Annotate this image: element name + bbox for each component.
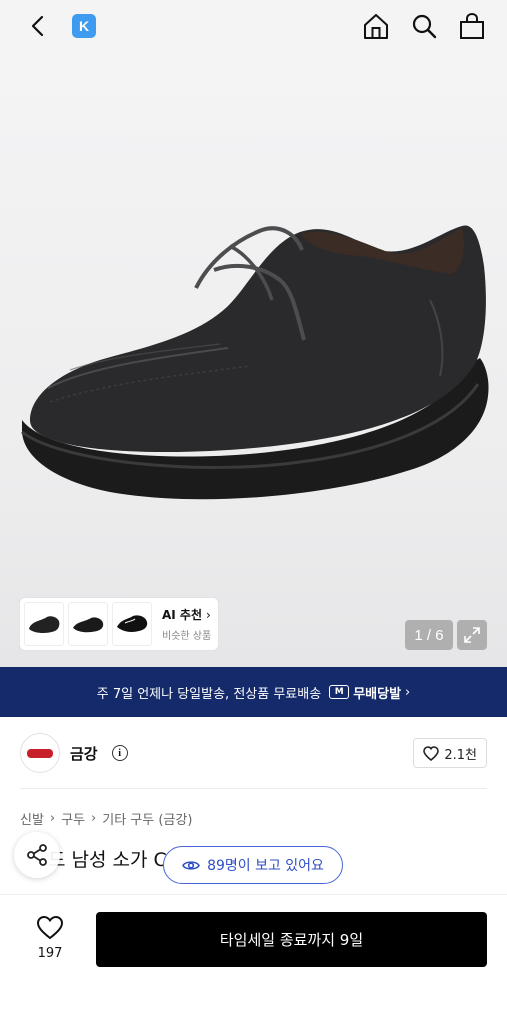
brand-like-button[interactable]: 2.1천: [413, 738, 487, 768]
home-icon[interactable]: [361, 11, 391, 41]
chevron-right-icon: ›: [405, 684, 411, 700]
heart-icon: [36, 915, 64, 940]
badge-label: 무배당발: [353, 686, 402, 702]
heart-icon: [423, 745, 440, 761]
top-navigation-bar: K: [0, 0, 507, 52]
back-chevron-left-icon[interactable]: [22, 11, 52, 41]
image-counter: 1 / 6: [405, 620, 453, 650]
viewers-text: 89명이 보고 있어요: [207, 858, 324, 874]
brand-row: 금강 i 2.1천: [20, 732, 487, 774]
brand-name[interactable]: 금강: [70, 743, 98, 764]
breadcrumb: 신발 › 구두 › 기타 구두 (금강): [20, 809, 192, 828]
wishlist-button[interactable]: 197: [24, 915, 76, 961]
recommendation-thumbnail[interactable]: [24, 602, 64, 646]
chevron-right-icon: ›: [91, 811, 97, 826]
breadcrumb-item[interactable]: 기타 구두 (금강): [102, 809, 192, 828]
shopping-bag-icon[interactable]: [457, 11, 487, 41]
top-bar-right: [361, 11, 487, 41]
ai-recommendation-text: AI 추천 › 비슷한 상품: [162, 606, 212, 643]
share-icon: [27, 844, 47, 866]
bottom-action-bar: 197 타임세일 종료까지 9일: [0, 894, 507, 1024]
banner-text: 주 7일 언제나 당일발송, 전상품 무료배송: [96, 686, 322, 702]
breadcrumb-item[interactable]: 신발: [20, 809, 44, 828]
recommendation-thumbnail[interactable]: [68, 602, 108, 646]
chevron-right-icon: ›: [49, 811, 56, 826]
brand-info[interactable]: 금강 i: [20, 733, 128, 773]
product-image-gallery[interactable]: K AI 추천 › 비슷한 상품 1 / 6: [0, 0, 507, 667]
breadcrumb-item[interactable]: 구두: [61, 809, 85, 828]
top-bar-left: K: [22, 11, 96, 41]
eye-icon: [182, 860, 200, 870]
free-delivery-badge: M 무배당발 ›: [329, 683, 410, 702]
wishlist-count: 197: [37, 946, 63, 961]
ai-recommendation-subtitle: 비슷한 상품: [162, 631, 212, 642]
share-button[interactable]: [14, 832, 60, 878]
delivery-truck-icon: M: [329, 685, 350, 699]
viewers-count-pill: 89명이 보고 있어요: [163, 846, 343, 884]
search-icon[interactable]: [409, 11, 439, 41]
divider: [20, 788, 487, 789]
brand-like-count: 2.1천: [444, 747, 477, 763]
chevron-right-icon: ›: [206, 607, 211, 622]
ai-recommendation-card[interactable]: AI 추천 › 비슷한 상품: [20, 598, 218, 650]
product-shoe-image: [21, 225, 489, 500]
brand-logo[interactable]: [20, 733, 60, 773]
app-logo[interactable]: K: [72, 14, 96, 38]
ai-recommendation-title: AI 추천: [162, 608, 203, 622]
expand-icon[interactable]: [457, 620, 487, 650]
time-sale-button[interactable]: 타임세일 종료까지 9일: [96, 912, 487, 967]
free-shipping-banner[interactable]: 주 7일 언제나 당일발송, 전상품 무료배송 M 무배당발 ›: [0, 667, 507, 717]
recommendation-thumbnail[interactable]: [112, 602, 152, 646]
info-icon[interactable]: i: [111, 745, 128, 761]
